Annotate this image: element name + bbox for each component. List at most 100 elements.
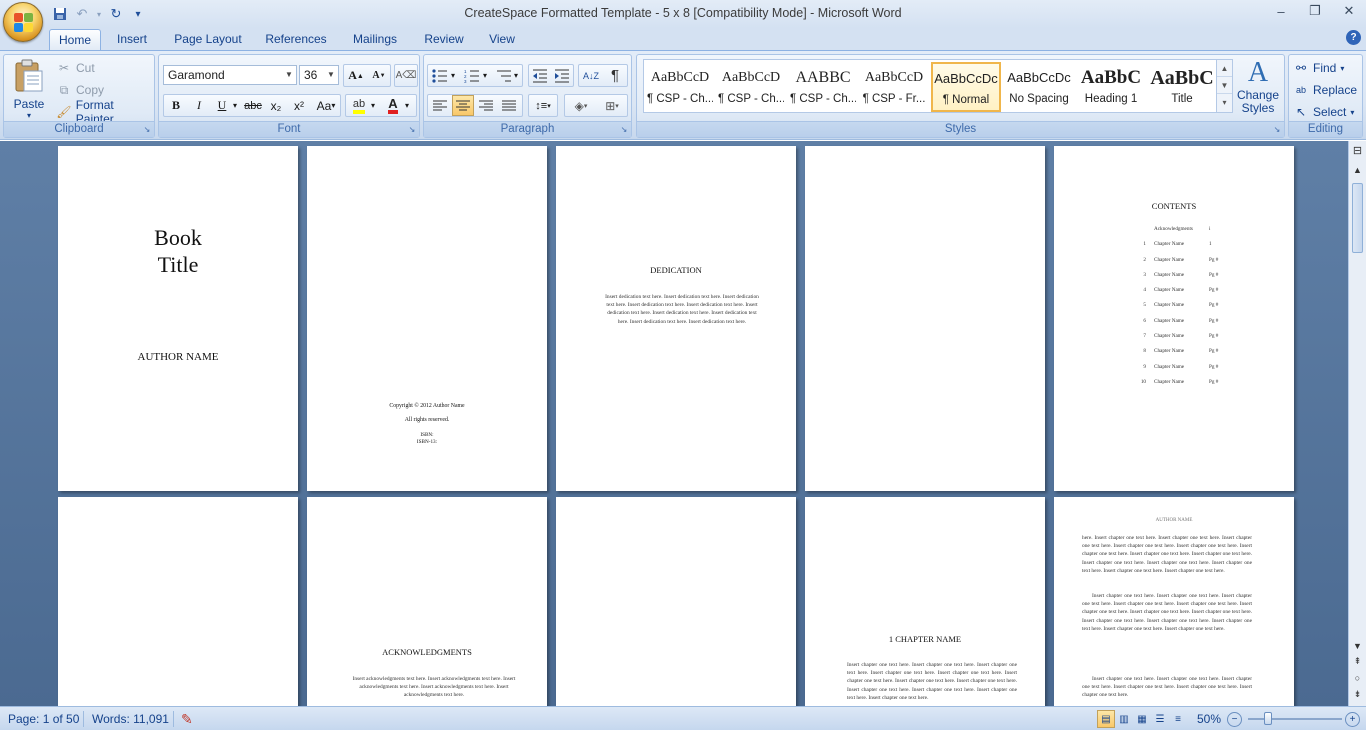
align-right-icon[interactable]: [475, 95, 497, 116]
proofing-icon[interactable]: ✎: [181, 710, 193, 728]
align-left-icon[interactable]: [429, 95, 451, 116]
document-area[interactable]: Book Title AUTHOR NAME Copyright © 2012 …: [0, 141, 1348, 706]
tab-references[interactable]: References: [260, 29, 332, 51]
office-button[interactable]: [3, 2, 43, 42]
zoom-level[interactable]: 50%: [1197, 710, 1221, 728]
font-family-combo[interactable]: Garamond ▼: [163, 65, 297, 85]
align-center-icon[interactable]: [452, 95, 474, 116]
tab-insert[interactable]: Insert: [108, 29, 156, 51]
ruler-toggle-icon[interactable]: ⊟: [1350, 144, 1365, 157]
page-indicator[interactable]: Page: 1 of 50: [8, 710, 79, 728]
zoom-slider-track[interactable]: [1248, 718, 1342, 720]
page-blank[interactable]: [556, 497, 796, 706]
word-count[interactable]: Words: 11,091: [92, 710, 169, 728]
page-chapter-text[interactable]: AUTHOR NAME here. Insert chapter one tex…: [1054, 497, 1294, 706]
subscript-button[interactable]: x₂: [265, 95, 287, 116]
vertical-scrollbar[interactable]: ⊟ ▲ ▼ ⇞ ○ ⇟: [1348, 141, 1366, 706]
font-color-icon[interactable]: A: [382, 95, 404, 116]
style-heading-1[interactable]: AaBbC Heading 1: [1076, 62, 1146, 112]
page-contents[interactable]: CONTENTS Acknowledgments i 1 Chapter Name 1 2…: [1054, 146, 1294, 491]
style-no-spacing[interactable]: AaBbCcDc No Spacing: [1004, 62, 1074, 112]
change-case-button[interactable]: Aa ▾: [311, 95, 341, 116]
chevron-down-icon[interactable]: ▼: [284, 66, 294, 84]
cut-button[interactable]: ✂ Cut: [56, 58, 95, 78]
borders-icon[interactable]: ⊞ ▾: [597, 95, 627, 116]
style-title[interactable]: AaBbC Title: [1148, 62, 1216, 112]
pilcrow-icon[interactable]: ¶: [604, 65, 626, 86]
select-button[interactable]: ↖ Select ▾: [1293, 102, 1354, 122]
page-title[interactable]: Book Title AUTHOR NAME: [58, 146, 298, 491]
multilevel-dropdown-icon[interactable]: ▾: [511, 65, 521, 86]
font-launcher-icon[interactable]: ↘: [407, 125, 417, 135]
print-layout-icon[interactable]: ▤: [1097, 710, 1115, 728]
scroll-down-icon[interactable]: ▼: [1350, 641, 1365, 651]
paste-dropdown-icon[interactable]: ▾: [8, 111, 50, 120]
clipboard-launcher-icon[interactable]: ↘: [142, 125, 152, 135]
paragraph-launcher-icon[interactable]: ↘: [619, 125, 629, 135]
superscript-button[interactable]: x²: [288, 95, 310, 116]
next-page-icon[interactable]: ⇟: [1350, 689, 1365, 700]
style-csp-chapter-3[interactable]: AABBC ¶ CSP - Ch...: [789, 62, 857, 112]
page-copyright[interactable]: Copyright © 2012 Author Name All rights …: [307, 146, 547, 491]
sort-icon[interactable]: A↓Z: [580, 65, 602, 86]
style-csp-chapter-1[interactable]: AaBbCcD ¶ CSP - Ch...: [646, 62, 714, 112]
help-icon[interactable]: ?: [1346, 30, 1361, 45]
page-chapter-1[interactable]: 1 CHAPTER NAME Insert chapter one text h…: [805, 497, 1045, 706]
page-blank[interactable]: [805, 146, 1045, 491]
paste-button[interactable]: Paste ▾: [8, 57, 50, 120]
grow-font-icon[interactable]: A ▲: [345, 65, 367, 86]
page-blank[interactable]: [58, 497, 298, 706]
numbering-dropdown-icon[interactable]: ▾: [480, 65, 490, 86]
find-button[interactable]: ⚯ Find ▾: [1293, 58, 1344, 78]
page-acknowledgments[interactable]: ACKNOWLEDGMENTS Insert acknowledgments t…: [307, 497, 547, 706]
select-browse-object-icon[interactable]: ○: [1350, 673, 1365, 683]
outline-icon[interactable]: ☰: [1151, 710, 1169, 728]
restore-button[interactable]: ❐: [1298, 0, 1332, 22]
minimize-button[interactable]: –: [1264, 0, 1298, 22]
italic-button[interactable]: I: [188, 95, 210, 116]
scroll-thumb[interactable]: [1352, 183, 1363, 253]
zoom-in-icon[interactable]: +: [1345, 712, 1360, 727]
highlight-color-icon[interactable]: ab: [348, 95, 370, 116]
font-color-dropdown-icon[interactable]: ▾: [402, 95, 412, 116]
strikethrough-button[interactable]: abc: [242, 95, 264, 116]
style-csp-chapter-2[interactable]: AaBbCcD ¶ CSP - Ch...: [717, 62, 785, 112]
tab-page-layout[interactable]: Page Layout: [167, 29, 249, 51]
gallery-more-icon[interactable]: ▾: [1217, 94, 1232, 111]
decrease-indent-icon[interactable]: [529, 65, 551, 86]
clear-formatting-icon[interactable]: A⌫: [395, 65, 417, 86]
bold-button[interactable]: B: [165, 95, 187, 116]
tab-home[interactable]: Home: [49, 29, 101, 52]
full-screen-reading-icon[interactable]: ▥: [1115, 710, 1133, 728]
line-spacing-icon[interactable]: ↕≡ ▾: [529, 95, 557, 116]
font-size-combo[interactable]: 36 ▼: [299, 65, 339, 85]
style-csp-front[interactable]: AaBbCcD ¶ CSP - Fr...: [860, 62, 928, 112]
justify-icon[interactable]: [498, 95, 520, 116]
bullets-dropdown-icon[interactable]: ▾: [448, 65, 458, 86]
highlight-dropdown-icon[interactable]: ▾: [368, 95, 378, 116]
replace-button[interactable]: ab Replace: [1293, 80, 1357, 100]
shading-icon[interactable]: ◈ ▾: [566, 95, 596, 116]
shrink-font-icon[interactable]: A ▼: [368, 65, 390, 86]
web-layout-icon[interactable]: ▦: [1133, 710, 1151, 728]
zoom-out-icon[interactable]: −: [1227, 712, 1242, 727]
previous-page-icon[interactable]: ⇞: [1350, 656, 1365, 667]
scroll-up-icon[interactable]: ▲: [1350, 165, 1365, 175]
chevron-down-icon[interactable]: ▼: [326, 66, 336, 84]
tab-mailings[interactable]: Mailings: [345, 29, 405, 51]
gallery-down-icon[interactable]: ▼: [1217, 77, 1232, 94]
gallery-up-icon[interactable]: ▲: [1217, 60, 1232, 77]
increase-indent-icon[interactable]: [551, 65, 573, 86]
draft-icon[interactable]: ≡: [1169, 710, 1187, 728]
styles-launcher-icon[interactable]: ↘: [1272, 125, 1282, 135]
underline-dropdown-icon[interactable]: ▾: [230, 95, 240, 116]
format-painter-button[interactable]: 🖌 Format Painter: [56, 98, 154, 126]
zoom-slider-thumb[interactable]: [1264, 712, 1272, 725]
style-normal[interactable]: AaBbCcDc ¶ Normal: [931, 62, 1001, 112]
page-dedication[interactable]: DEDICATION Insert dedication text here. …: [556, 146, 796, 491]
tab-review[interactable]: Review: [418, 29, 470, 51]
copy-button[interactable]: ⧉ Copy: [56, 80, 104, 100]
change-styles-button[interactable]: A Change Styles: [1235, 57, 1281, 119]
close-button[interactable]: ✕: [1332, 0, 1366, 22]
tab-view[interactable]: View: [482, 29, 522, 51]
